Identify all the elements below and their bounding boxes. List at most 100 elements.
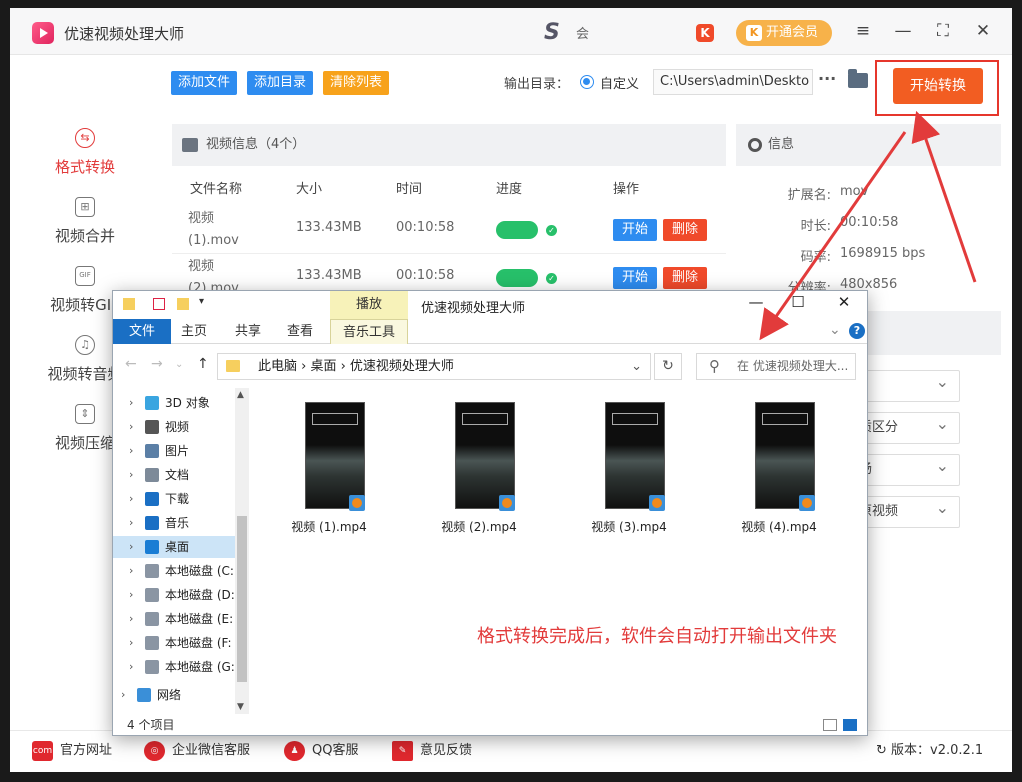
chevron-right-icon[interactable]: › [129,584,133,606]
output-path-input[interactable]: C:\Users\admin\Deskto [653,69,813,95]
tab-view[interactable]: 查看 [279,319,321,344]
maximize-icon[interactable]: ⛶ [930,18,956,44]
search-input[interactable]: 在 优速视频处理大... [696,353,856,380]
address-bar[interactable]: 此电脑 › 桌面 › 优速视频处理大师 ⌄ [217,353,651,380]
explorer-title-bar: ▾ 播放 优速视频处理大师 — ☐ ✕ [113,291,867,319]
chevron-right-icon[interactable]: › [129,464,133,486]
tree-item[interactable]: › 文档 [113,464,235,486]
k-badge-icon[interactable]: K [696,24,714,42]
tab-share[interactable]: 共享 [227,319,269,344]
scrollbar-thumb[interactable] [237,516,247,682]
tree-item[interactable]: › 3D 对象 [113,392,235,414]
wechat-service-link[interactable]: ◎ 企业微信客服 [144,741,250,761]
minimize-icon[interactable]: — [741,293,771,311]
tree-item[interactable]: › 图片 [113,440,235,462]
chevron-right-icon[interactable]: › [129,416,133,438]
start-button[interactable]: 开始 [613,219,657,241]
start-button[interactable]: 开始 [613,267,657,289]
forward-icon[interactable]: → [151,356,163,372]
menu-icon[interactable]: ≡ [850,18,876,44]
tree-item[interactable]: › 网络 [113,684,235,706]
tree-item-label: 本地磁盘 (D: [165,588,235,602]
tree-item[interactable]: › 视频 [113,416,235,438]
footer-link-label: QQ客服 [312,743,359,758]
official-site-link[interactable]: com 官方网址 [32,741,112,761]
sidebar-item-format-convert[interactable]: ⇆ 格式转换 [30,128,140,177]
close-icon[interactable]: ✕ [970,18,996,44]
sidebar-item-label: 视频合并 [54,227,115,245]
info-value: 00:10:58 [840,215,899,230]
chevron-right-icon[interactable]: › [129,656,133,678]
info-key: 时长: [800,219,831,234]
more-button[interactable]: ··· [818,69,836,88]
delete-button[interactable]: 删除 [663,267,707,289]
custom-radio-label[interactable]: 自定义 [600,73,639,92]
chevron-right-icon[interactable]: › [129,536,133,558]
custom-radio[interactable] [580,75,594,89]
tree-item[interactable]: › 本地磁盘 (C: [113,560,235,582]
recent-dropdown-icon[interactable]: ⌄ [175,359,183,370]
back-icon[interactable]: ← [125,356,137,372]
clear-list-button[interactable]: 清除列表 [323,71,390,95]
add-dir-button[interactable]: 添加目录 [247,71,314,95]
ribbon-expand-icon[interactable]: ⌄ [829,322,841,338]
tree-item-icon [145,444,159,458]
close-icon[interactable]: ✕ [829,293,859,311]
tree-item[interactable]: › 音乐 [113,512,235,534]
feedback-link[interactable]: ✎ 意见反馈 [392,741,472,761]
up-icon[interactable]: ↑ [197,356,209,372]
help-icon[interactable]: ? [849,323,865,339]
folder-icon[interactable] [848,69,868,88]
tab-home[interactable]: 主页 [173,319,215,344]
check-icon: ✓ [546,273,557,284]
tree-item-label: 桌面 [165,540,190,554]
new-folder-icon[interactable] [177,298,189,310]
s-logo-icon: S [544,20,560,45]
chevron-right-icon[interactable]: › [129,512,133,534]
feedback-icon: ✎ [392,741,413,761]
start-convert-button[interactable]: 开始转换 [893,68,983,104]
chevron-right-icon[interactable]: › [129,488,133,510]
tree-item[interactable]: › 本地磁盘 (F: [113,632,235,654]
info-header: 信息 [736,124,1001,166]
table-row[interactable]: 视频 (1).mov 133.43MB 00:10:58 ✓ 开始 删除 [172,206,726,254]
navigation-tree: › 3D 对象 › 视频 › 图片 › 文档 › 下载 › 音乐 › 桌面 › 本地磁盘 (C: › 本地磁盘 (… [113,388,235,714]
add-file-button[interactable]: 添加文件 [171,71,238,95]
tree-item-icon [145,564,159,578]
tree-scrollbar[interactable]: ▲ ▼ [235,388,249,714]
chevron-right-icon[interactable]: › [121,684,125,706]
scroll-up-icon[interactable]: ▲ [237,390,244,400]
refresh-button[interactable]: ↻ [654,353,682,380]
chevron-right-icon[interactable]: › [129,560,133,582]
delete-button[interactable]: 删除 [663,219,707,241]
chevron-right-icon[interactable]: › [129,632,133,654]
tree-item[interactable]: › 本地磁盘 (D: [113,584,235,606]
properties-icon[interactable] [153,298,165,310]
tree-item[interactable]: › 桌面 [113,536,235,558]
tree-item[interactable]: › 本地磁盘 (G: [113,656,235,678]
status-bar: 4 个项目 [113,714,867,736]
chevron-right-icon[interactable]: › [129,392,133,414]
maximize-icon[interactable]: ☐ [783,293,813,311]
info-title: 信息 [768,137,795,152]
address-dropdown-icon[interactable]: ⌄ [631,354,642,379]
scroll-down-icon[interactable]: ▼ [237,702,244,712]
vip-button[interactable]: 开通会员 [736,20,832,46]
tree-item[interactable]: › 本地磁盘 (E: [113,608,235,630]
large-icons-view-icon[interactable] [843,719,857,731]
tab-file[interactable]: 文件 [113,319,171,344]
view-toggle-icons[interactable] [823,719,859,731]
info-value: 1698915 bps [840,246,926,261]
quick-access-dropdown-icon[interactable]: ▾ [199,296,211,308]
title-bar: 优速视频处理大师 S 会 K 开通会员 ≡ — ⛶ ✕ [10,8,1012,55]
play-tab-header: 播放 [330,291,408,319]
tab-music-tools[interactable]: 音乐工具 [330,319,408,344]
footer-link-label: 企业微信客服 [172,743,251,758]
qq-service-link[interactable]: ♟ QQ客服 [284,741,358,761]
tree-item[interactable]: › 下载 [113,488,235,510]
sidebar-item-video-merge[interactable]: ⊞ 视频合并 [30,197,140,246]
chevron-right-icon[interactable]: › [129,608,133,630]
chevron-right-icon[interactable]: › [129,440,133,462]
details-view-icon[interactable] [823,719,837,731]
minimize-icon[interactable]: — [890,18,916,44]
